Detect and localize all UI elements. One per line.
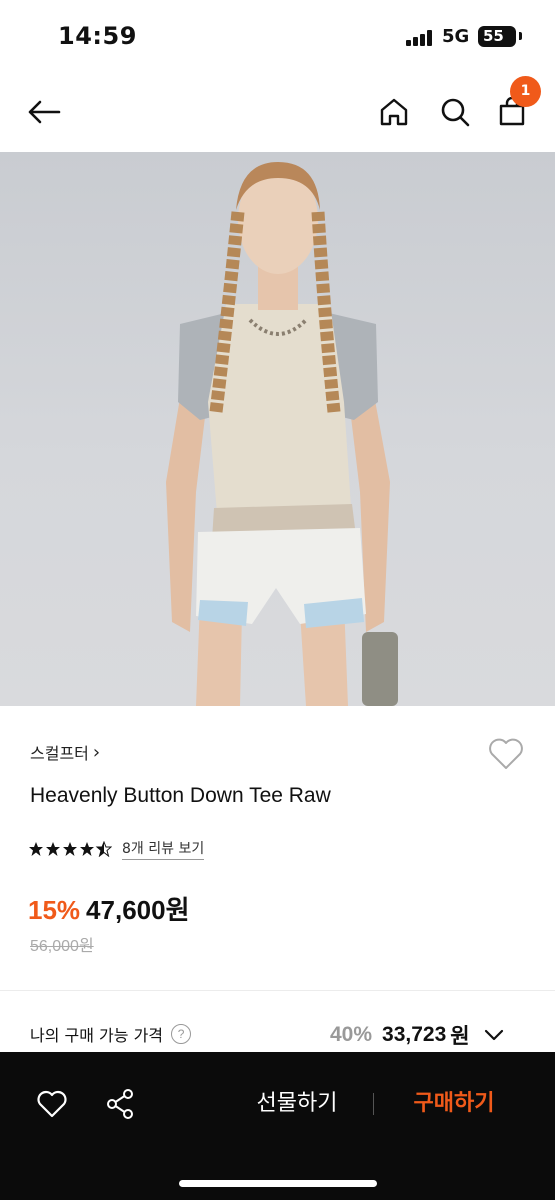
divider [0,990,555,991]
heart-icon [489,738,523,769]
signal-icon [406,30,434,46]
bottom-action-bar: 선물하기 구매하기 [0,1052,555,1200]
buy-button[interactable]: 구매하기 [394,1084,514,1124]
original-price: 56,000원 [30,938,94,955]
search-button[interactable] [433,90,477,134]
home-button[interactable] [372,90,416,134]
gift-button[interactable]: 선물하기 [236,1084,358,1124]
status-time: 14:59 [58,22,137,50]
share-button[interactable] [100,1084,140,1124]
back-button[interactable] [22,90,66,134]
battery-tip [519,32,522,40]
home-icon [380,98,408,126]
my-price-row[interactable]: 40% 33,723 원 [330,1020,506,1050]
my-price-value: 33,723 [382,1023,447,1046]
review-link[interactable]: 8개 리뷰 보기 [122,838,205,860]
product-title: Heavenly Button Down Tee Raw [30,784,331,807]
discount-rate: 15% [28,895,81,925]
expand-button[interactable] [482,1023,506,1047]
battery-icon: 55 [478,26,516,47]
status-bar: 14:59 5G 55 [0,0,555,72]
my-price-currency: 원 [450,1025,470,1048]
model-photo [166,162,398,706]
heart-icon [37,1090,67,1118]
my-discount-rate: 40% [330,1023,373,1046]
sale-price: 47,600원 [86,895,190,925]
rating-row: 8개 리뷰 보기 [28,838,205,860]
cart-count-badge: 1 [510,76,541,107]
brand-link[interactable]: 스컬프터 › [30,740,100,764]
product-image[interactable] [0,152,555,706]
my-price-label: 나의 구매 가능 가격 [30,1026,164,1045]
price-row: 15% 47,600원 [28,890,190,927]
brand-name: 스컬프터 [30,744,89,763]
star-rating-icon [29,841,112,857]
button-separator [373,1093,374,1115]
top-nav-bar [0,72,555,152]
chevron-down-icon [484,1029,503,1041]
network-label: 5G [442,26,470,47]
my-price-label-row: 나의 구매 가능 가격 ? [30,1022,192,1046]
search-icon [441,98,470,127]
wishlist-button[interactable] [486,734,526,774]
home-indicator [179,1180,377,1187]
back-arrow-icon [28,100,61,124]
share-icon [107,1089,133,1119]
like-button[interactable] [32,1084,72,1124]
help-icon[interactable]: ? [171,1024,192,1044]
chevron-right-icon: › [92,741,101,763]
